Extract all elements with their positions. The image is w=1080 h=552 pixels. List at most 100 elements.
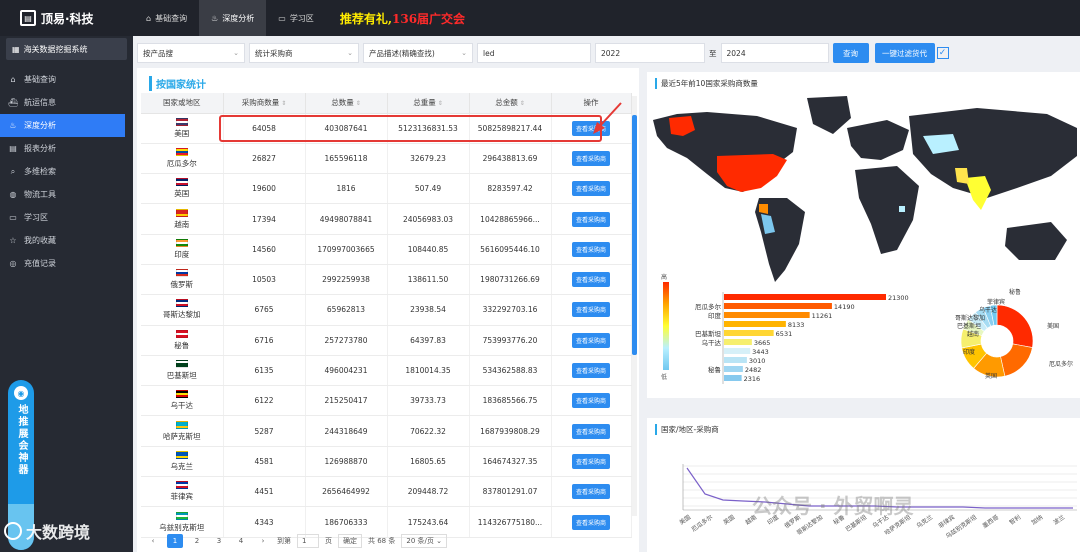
table-row[interactable]: 乌克兰 4581 126988870 16805.65 164674327.35 查看采购…: [141, 446, 632, 478]
table-row[interactable]: 菲律宾 4451 2656464992 209448.72 837801291.07 查看…: [141, 476, 632, 508]
bar[interactable]: [724, 357, 747, 363]
product-search-select[interactable]: 按产品搜 ⌄: [137, 43, 245, 63]
page-size-select[interactable]: 20 条/页 ⌄: [401, 534, 447, 548]
view-buyers-button[interactable]: 查看采购商: [571, 363, 610, 379]
sort-icon[interactable]: ⇕: [520, 100, 525, 107]
bar[interactable]: [724, 321, 786, 327]
bar[interactable]: [724, 330, 774, 336]
search-icon: ⌕: [10, 166, 16, 176]
view-buyers-button[interactable]: 查看采购商: [571, 181, 610, 197]
top-nav: ⌂ 基础查询 ♨ 深度分析 ▭ 学习区: [134, 0, 326, 36]
filter-forwarder-checkbox[interactable]: ✓: [936, 47, 949, 59]
country-name: 乌兹别克斯坦: [159, 522, 205, 532]
next-page-button[interactable]: ›: [255, 534, 271, 548]
legend-color-scale[interactable]: [663, 282, 669, 370]
sidebar-item[interactable]: ▤ 报表分析: [0, 137, 133, 160]
bar[interactable]: [724, 312, 810, 318]
col-header-buyers[interactable]: 采购商数量 ⇕: [223, 93, 306, 114]
bar[interactable]: [724, 375, 742, 381]
page-button[interactable]: 1: [167, 534, 183, 548]
topnav-item-analysis[interactable]: ♨ 深度分析: [199, 0, 267, 36]
goto-confirm-button[interactable]: 确定: [338, 534, 362, 548]
topnav-item-basic[interactable]: ⌂ 基础查询: [134, 0, 199, 36]
view-buyers-button[interactable]: 查看采购商: [571, 484, 610, 500]
view-buyers-button[interactable]: 查看采购商: [571, 241, 610, 257]
topnav-label: 深度分析: [222, 13, 255, 23]
query-button[interactable]: 查询: [832, 43, 869, 63]
sidebar-item[interactable]: ⛴ 航运信息: [0, 91, 133, 114]
goto-page-input[interactable]: 1: [297, 534, 319, 548]
sidebar-item[interactable]: ☆ 我的收藏: [0, 229, 133, 252]
country-stats-panel: 按国家统计 国家或地区 采购商数量 ⇕ 总数量 ⇕ 总重量 ⇕ 总金额 ⇕ 操作 美国 6…: [137, 68, 639, 552]
action-cell: 查看采购商: [551, 385, 632, 417]
table-row[interactable]: 俄罗斯 10503 2992259938 138611.50 1980731266.69…: [141, 264, 632, 296]
bar[interactable]: [724, 294, 886, 300]
country-name: 哈萨克斯坦: [163, 431, 201, 441]
scrollbar-thumb[interactable]: [632, 115, 637, 355]
table-row[interactable]: 美国 64058 403087641 5123136831.53 50825898217…: [141, 113, 632, 144]
view-buyers-button[interactable]: 查看采购商: [571, 332, 610, 348]
amount-cell: 114326775180...: [469, 506, 552, 538]
buyers-cell: 4343: [223, 506, 306, 538]
desc-mode-select[interactable]: 产品描述(精确查找) ⌄: [363, 43, 473, 63]
x-tick-label: 智利: [1008, 513, 1022, 526]
stat-type-select[interactable]: 统计采购商 ⌄: [249, 43, 359, 63]
table-row[interactable]: 巴基斯坦 6135 496004231 1810014.35 534362588.83 查…: [141, 355, 632, 387]
pie-slice[interactable]: [996, 304, 1034, 348]
sort-icon[interactable]: ⇕: [281, 100, 286, 107]
sort-icon[interactable]: ⇕: [356, 100, 361, 107]
table-row[interactable]: 哥斯达黎加 6765 65962813 23938.54 332292703.16 查看采…: [141, 294, 632, 326]
view-buyers-button[interactable]: 查看采购商: [571, 423, 610, 439]
table-row[interactable]: 秘鲁 6716 257273780 64397.83 753993776.20 查看采购商: [141, 325, 632, 356]
view-buyers-button[interactable]: 查看采购商: [571, 393, 610, 409]
filter-forwarder-button[interactable]: 一键过滤货代: [874, 43, 935, 63]
sidebar-item[interactable]: ♨ 深度分析: [0, 114, 125, 137]
view-buyers-button[interactable]: 查看采购商: [571, 272, 610, 288]
sidebar-item[interactable]: ⌕ 多维检索: [0, 160, 133, 183]
sidebar-header[interactable]: ▦ 海关数据挖掘系统: [6, 38, 127, 60]
view-buyers-button[interactable]: 查看采购商: [571, 211, 610, 227]
col-header-country[interactable]: 国家或地区: [141, 93, 224, 114]
x-tick-label: 加纳: [1030, 513, 1044, 526]
sidebar-item[interactable]: ◍ 物流工具: [0, 183, 133, 206]
col-header-qty[interactable]: 总数量 ⇕: [305, 93, 388, 114]
sidebar-item[interactable]: ▭ 学习区: [0, 206, 133, 229]
view-buyers-button[interactable]: 查看采购商: [571, 514, 610, 530]
view-buyers-button[interactable]: 查看采购商: [571, 150, 610, 166]
table-row[interactable]: 哈萨克斯坦 5287 244318649 70622.32 1687939808.29 查…: [141, 415, 632, 447]
sidebar-item[interactable]: ◎ 充值记录: [0, 252, 133, 275]
promo-banner[interactable]: 推荐有礼,136届广交会: [340, 10, 465, 27]
view-buyers-button[interactable]: 查看采购商: [571, 453, 610, 469]
bar[interactable]: [724, 339, 752, 345]
year-to-input[interactable]: 2024: [720, 43, 829, 63]
prev-page-button[interactable]: ‹: [145, 534, 161, 548]
bar[interactable]: [724, 348, 751, 354]
table-row[interactable]: 乌兹别克斯坦 4343 186706333 175243.64 114326775180…: [141, 506, 632, 538]
sort-icon[interactable]: ⇕: [438, 100, 443, 107]
table-row[interactable]: 英国 19600 1816 507.49 8283597.42 查看采购商: [141, 173, 632, 205]
table-row[interactable]: 厄瓜多尔 26827 165596118 32679.23 296438813.69 查看…: [141, 143, 632, 175]
table-row[interactable]: 印度 14560 170997003665 108440.85 5616095446.1…: [141, 234, 632, 265]
topnav-item-learn[interactable]: ▭ 学习区: [266, 0, 326, 36]
bar[interactable]: [724, 366, 743, 372]
page-button[interactable]: 3: [211, 534, 227, 548]
col-header-amount[interactable]: 总金额 ⇕: [469, 93, 552, 114]
view-buyers-button[interactable]: 查看采购商: [571, 302, 610, 318]
brand[interactable]: ▤ 顶易·科技: [0, 0, 134, 36]
year-from-input[interactable]: 2022: [595, 43, 705, 63]
map-europe: [847, 120, 909, 160]
table-header-row: 国家或地区 采购商数量 ⇕ 总数量 ⇕ 总重量 ⇕ 总金额 ⇕ 操作: [141, 93, 632, 114]
bar-value-label: 8133: [788, 321, 805, 329]
page-button[interactable]: 2: [189, 534, 205, 548]
page-button[interactable]: 4: [233, 534, 249, 548]
table-body: 美国 64058 403087641 5123136831.53 50825898217…: [141, 113, 632, 538]
keyword-input[interactable]: led: [477, 43, 591, 63]
pie-slice[interactable]: [1000, 343, 1033, 377]
world-map[interactable]: [647, 94, 1080, 284]
country-name: 越南: [174, 219, 190, 229]
table-row[interactable]: 乌干达 6122 215250417 39733.73 183685566.75 查看采购…: [141, 385, 632, 417]
col-header-weight[interactable]: 总重量 ⇕: [387, 93, 470, 114]
sidebar-item[interactable]: ⌂ 基础查询: [0, 68, 133, 91]
bar[interactable]: [724, 303, 832, 309]
table-row[interactable]: 越南 17394 49498078841 24056983.03 10428865966…: [141, 203, 632, 235]
